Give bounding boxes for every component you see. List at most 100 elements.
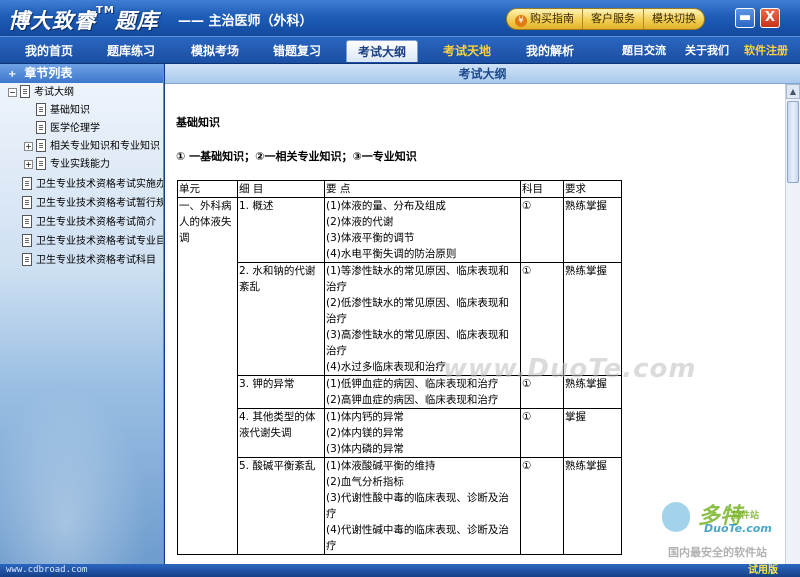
trial-badge: 试用版 xyxy=(748,565,778,576)
tree-label: 卫生专业技术资格考试科目 xyxy=(36,255,156,266)
tree-item-implementation[interactable]: 卫生专业技术资格考试实施办 xyxy=(22,176,163,194)
sidebar-title: 章节列表 xyxy=(24,66,73,80)
nav-practice[interactable]: 题库练习 xyxy=(94,40,168,62)
point: (2)血气分析指标 xyxy=(326,476,404,488)
tree-label: 卫生专业技术资格考试暂行规 xyxy=(36,198,164,209)
tree-item-syllabus[interactable]: − 考试大纲 xyxy=(8,84,74,102)
scroll-up-icon[interactable]: ▲ xyxy=(786,84,800,99)
tree-label: 医学伦理学 xyxy=(50,123,100,134)
table-row: 一、外科病人的体液失调 1. 概述 (1)体液的量、分布及组成 (2)体液的代谢… xyxy=(177,197,622,555)
customer-service-link[interactable]: 客户服务 xyxy=(583,9,644,29)
tree-item-related-knowledge[interactable]: + 相关专业知识和专业知识 xyxy=(24,138,160,156)
point: (4)水过多临床表现和治疗 xyxy=(326,361,446,373)
collapse-icon[interactable]: − xyxy=(8,88,17,97)
item-cell: 4. 其他类型的体液代谢失调 xyxy=(237,408,325,458)
requirement-cell: 熟练掌握 xyxy=(563,197,622,263)
col-header-points: 要 点 xyxy=(324,180,521,198)
nav-register[interactable]: 软件注册 xyxy=(736,40,796,62)
document-icon xyxy=(22,177,32,190)
tree-item-subjects[interactable]: 卫生专业技术资格考试科目 xyxy=(22,252,156,270)
document-icon xyxy=(36,103,46,116)
module-switch-link[interactable]: 模块切换 xyxy=(644,9,704,29)
chapter-tree: − 考试大纲 基础知识 医学伦理学 + 相关专业知识和专业知识 + 专业实践能力 卫生… xyxy=(0,83,163,564)
scroll-thumb[interactable] xyxy=(787,101,799,183)
tree-item-basic-knowledge[interactable]: 基础知识 xyxy=(36,102,90,120)
document-icon xyxy=(22,215,32,228)
table-row: 3. 钾的异常 (1)低钾血症的病因、临床表现和治疗 (2)高钾血症的病因、临床… xyxy=(178,375,622,409)
document-icon xyxy=(36,157,46,170)
nav-mock-exam[interactable]: 模拟考场 xyxy=(178,40,252,62)
nav-home[interactable]: 我的首页 xyxy=(14,40,84,62)
tree-item-specialty-catalog[interactable]: 卫生专业技术资格考试专业目 xyxy=(22,233,164,251)
title-bar: 博大致睿TM题库 —— 主治医师（外科） ¥ 购买指南 客户服务 模块切换 ▬ X xyxy=(0,0,800,36)
item-cell: 5. 酸碱平衡紊乱 xyxy=(237,457,325,555)
nav-wrong-review[interactable]: 错题复习 xyxy=(260,40,334,62)
point: (1)体内钙的异常 xyxy=(326,411,404,423)
purchase-guide-link[interactable]: ¥ 购买指南 xyxy=(507,9,583,29)
logo-suffix: 题库 xyxy=(114,9,159,33)
nav-about[interactable]: 关于我们 xyxy=(678,40,736,62)
point: (2)体液的代谢 xyxy=(326,216,394,228)
requirement-cell: 熟练掌握 xyxy=(563,457,622,555)
point: (3)体液平衡的调节 xyxy=(326,232,415,244)
point: (2)高钾血症的病因、临床表现和治疗 xyxy=(326,394,499,406)
item-cell: 2. 水和钠的代谢紊乱 xyxy=(237,262,325,376)
points-cell: (1)体液的量、分布及组成 (2)体液的代谢 (3)体液平衡的调节 (4)水电平… xyxy=(324,197,521,263)
col-header-subject: 科目 xyxy=(520,180,564,198)
purchase-guide-label: 购买指南 xyxy=(530,12,574,25)
sidebar-header: + 章节列表 xyxy=(0,64,163,83)
tree-label: 相关专业知识和专业知识 xyxy=(50,141,160,152)
point: (2)体内镁的异常 xyxy=(326,427,404,439)
logo-text: 博大致睿 xyxy=(8,9,96,33)
col-header-requirement: 要求 xyxy=(563,180,622,198)
document-icon xyxy=(36,139,46,152)
doc-legend: ① 一基础知识；②一相关专业知识；③一专业知识 xyxy=(176,150,417,163)
expand-icon[interactable]: + xyxy=(24,160,33,169)
item-cell: 1. 概述 xyxy=(237,197,325,263)
purchase-icon: ¥ xyxy=(515,15,527,27)
item-cell: 3. 钾的异常 xyxy=(237,375,325,409)
main-nav: 我的首页 题库练习 模拟考场 错题复习 考试大纲 考试天地 我的解析 题目交流 … xyxy=(0,36,800,64)
table-row: 2. 水和钠的代谢紊乱 (1)等渗性缺水的常见原因、临床表现和治疗 (2)低渗性… xyxy=(178,262,622,376)
minimize-button[interactable]: ▬ xyxy=(735,8,755,28)
nav-question-exchange[interactable]: 题目交流 xyxy=(614,40,674,62)
tree-label: 考试大纲 xyxy=(34,87,74,98)
point: (1)体液的量、分布及组成 xyxy=(326,200,446,212)
subject-cell: ① xyxy=(520,408,564,458)
close-button[interactable]: X xyxy=(760,8,780,28)
tree-label: 专业实践能力 xyxy=(50,159,110,170)
point: (4)代谢性碱中毒的临床表现、诊断及治疗 xyxy=(326,524,509,552)
tree-item-interim-rules[interactable]: 卫生专业技术资格考试暂行规 xyxy=(22,195,164,213)
logo-tm: TM xyxy=(96,5,115,16)
col-header-unit: 单元 xyxy=(177,180,238,198)
expand-icon[interactable]: + xyxy=(24,142,33,151)
document-icon xyxy=(22,234,32,247)
tree-item-introduction[interactable]: 卫生专业技术资格考试简介 xyxy=(22,214,156,232)
point: (3)体内磷的异常 xyxy=(326,443,404,455)
subject-cell: ① xyxy=(520,457,564,555)
tree-item-practice-ability[interactable]: + 专业实践能力 xyxy=(24,156,110,174)
unit-cell: 一、外科病人的体液失调 xyxy=(177,197,238,555)
app-subtitle: —— 主治医师（外科） xyxy=(178,14,313,29)
point: (1)等渗性缺水的常见原因、临床表现和治疗 xyxy=(326,265,509,293)
tree-label: 基础知识 xyxy=(50,105,90,116)
point: (2)低渗性缺水的常见原因、临床表现和治疗 xyxy=(326,297,509,325)
tree-label: 卫生专业技术资格考试专业目 xyxy=(36,236,164,247)
nav-my-analysis[interactable]: 我的解析 xyxy=(514,40,586,62)
points-cell: (1)等渗性缺水的常见原因、临床表现和治疗 (2)低渗性缺水的常见原因、临床表现… xyxy=(324,262,521,376)
tree-item-medical-ethics[interactable]: 医学伦理学 xyxy=(36,120,100,138)
content-panel: 考试大纲 基础知识 ① 一基础知识；②一相关专业知识；③一专业知识 单元 细 目… xyxy=(165,64,800,564)
status-bar: www.cdbroad.com 试用版 xyxy=(0,564,800,577)
nav-syllabus[interactable]: 考试大纲 xyxy=(346,40,418,62)
document-icon xyxy=(22,196,32,209)
vertical-scrollbar[interactable]: ▲ xyxy=(785,84,800,564)
top-links: ¥ 购买指南 客户服务 模块切换 xyxy=(506,8,705,30)
table-row: 4. 其他类型的体液代谢失调 (1)体内钙的异常 (2)体内镁的异常 (3)体内… xyxy=(178,408,622,458)
subject-cell: ① xyxy=(520,197,564,263)
content-header: 考试大纲 xyxy=(165,64,800,84)
doc-title: 基础知识 xyxy=(176,116,220,129)
document-view: 基础知识 ① 一基础知识；②一相关专业知识；③一专业知识 单元 细 目 要 点 … xyxy=(165,84,785,564)
status-url[interactable]: www.cdbroad.com xyxy=(6,564,87,577)
nav-exam-world[interactable]: 考试天地 xyxy=(430,40,504,62)
document-icon xyxy=(36,121,46,134)
